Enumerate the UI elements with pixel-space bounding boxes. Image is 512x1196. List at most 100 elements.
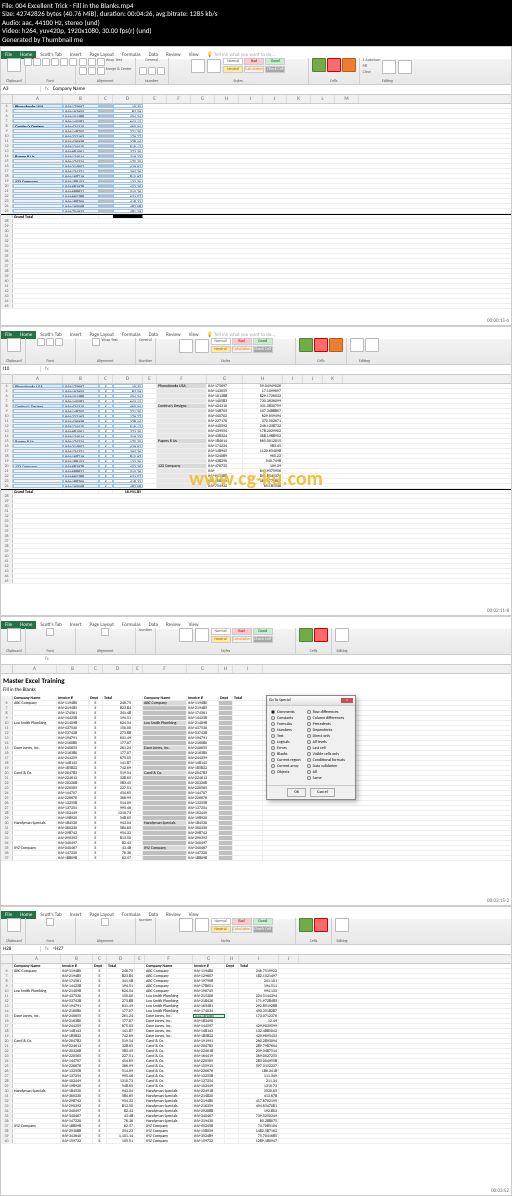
percent-icon[interactable] (148, 67, 156, 75)
style-calculation[interactable]: Calculation (244, 66, 264, 73)
radio-all-levels[interactable]: All levels (307, 740, 345, 745)
sort-icon[interactable] (350, 338, 364, 352)
find-icon[interactable] (365, 338, 379, 352)
paste-icon[interactable] (7, 58, 21, 72)
style-check[interactable]: Check Cell (253, 636, 273, 643)
conditional-format-icon[interactable] (179, 339, 193, 353)
format-table-icon[interactable] (207, 59, 221, 73)
radio-errors[interactable]: Errors (271, 746, 301, 751)
bold-icon[interactable] (24, 58, 32, 66)
radio-data-validation[interactable]: Data validation (307, 764, 345, 769)
insert-icon[interactable] (299, 628, 313, 642)
name-box[interactable]: A3 (1, 86, 41, 92)
style-normal[interactable]: Normal (211, 918, 231, 925)
italic-icon[interactable] (46, 338, 54, 346)
find-icon[interactable] (335, 628, 349, 642)
style-good[interactable]: Good (253, 338, 273, 345)
radio-column-differences[interactable]: Column differences (307, 716, 345, 721)
autosum-button[interactable]: Σ AutoSum (363, 58, 381, 63)
style-bad[interactable]: Bad (232, 338, 252, 345)
sort-filter-icon[interactable] (382, 60, 396, 74)
underline-icon[interactable] (42, 58, 50, 66)
style-neutral[interactable]: Neutral (223, 66, 243, 73)
cond-fmt-icon[interactable] (179, 628, 193, 642)
align-right-icon[interactable] (97, 67, 105, 75)
style-calc[interactable]: Calculation (232, 636, 252, 643)
formula-input[interactable]: Company Name (53, 86, 85, 92)
radio-comments[interactable]: Comments (271, 710, 301, 715)
fx-icon[interactable]: fx (41, 86, 53, 92)
spreadsheet-area[interactable]: A B C D E F G H I J K L M 4Phonobooks US… (1, 95, 511, 309)
border-icon[interactable] (51, 58, 59, 66)
radio-constants[interactable]: Constants (271, 716, 301, 721)
insert-icon[interactable] (299, 918, 313, 932)
align-top-icon[interactable] (79, 58, 87, 66)
align-icon[interactable] (101, 628, 109, 636)
wrap-text[interactable]: Wrap Text (101, 338, 117, 346)
fmt-table-icon[interactable] (195, 918, 209, 932)
radio-last-cell[interactable]: Last cell (307, 746, 345, 751)
wrap-text[interactable]: Wrap Text (106, 58, 122, 66)
format-cells-icon[interactable] (342, 58, 356, 72)
table-row[interactable]: 40INV-159722E105.51XYZ CompanyINV-159722… (1, 1139, 511, 1144)
paste-icon[interactable] (7, 628, 21, 642)
radio-same[interactable]: Same (307, 776, 345, 781)
name-box[interactable]: I10 (1, 366, 41, 372)
align-icon[interactable] (92, 338, 100, 346)
align-mid-icon[interactable] (88, 58, 96, 66)
radio-dependents[interactable]: Dependents (307, 728, 345, 733)
merge-center[interactable]: Merge & Center (106, 67, 132, 75)
style-calculation[interactable]: Calculation (232, 346, 252, 353)
style-normal[interactable]: Normal (211, 628, 231, 635)
paste-icon[interactable] (7, 918, 21, 932)
delete-cells-icon[interactable] (327, 58, 341, 72)
style-good[interactable]: Good (253, 918, 273, 925)
name-box[interactable]: H28 (1, 946, 41, 952)
close-icon[interactable]: × (341, 698, 353, 703)
cancel-button[interactable]: Cancel (310, 788, 335, 797)
fmt-table-icon[interactable] (195, 628, 209, 642)
radio-objects[interactable]: Objects (271, 770, 301, 775)
format-icon[interactable] (329, 338, 343, 352)
number-format[interactable]: General (139, 338, 152, 343)
table-row[interactable]: 37INV-188098E62.57INV-188098 (1, 856, 511, 861)
paste-icon[interactable] (7, 338, 21, 352)
font-icon[interactable] (46, 918, 54, 926)
style-bad[interactable]: Bad (232, 628, 252, 635)
formula-input[interactable]: =H27 (53, 946, 64, 952)
fill-color-icon[interactable] (60, 58, 68, 66)
radio-visible-cells-only[interactable]: Visible cells only (307, 752, 345, 757)
style-check[interactable]: Check Cell (253, 346, 273, 353)
delete-icon[interactable] (314, 918, 328, 932)
radio-precedents[interactable]: Precedents (307, 722, 345, 727)
ok-button[interactable]: OK (287, 788, 306, 797)
delete-icon[interactable] (314, 338, 328, 352)
find-select-icon[interactable] (398, 60, 412, 74)
style-normal[interactable]: Normal (223, 58, 243, 65)
style-check[interactable]: Check Cell (265, 66, 285, 73)
delete-icon[interactable] (314, 628, 328, 642)
italic-icon[interactable] (33, 58, 41, 66)
spreadsheet-area-3[interactable]: ABCDEFGHI Master Excel Training Fill in … (1, 665, 511, 905)
font-icon[interactable] (46, 628, 54, 636)
style-good[interactable]: Good (265, 58, 285, 65)
currency-icon[interactable] (139, 67, 147, 75)
style-neutral[interactable]: Neutral (211, 926, 231, 933)
align-center-icon[interactable] (88, 67, 96, 75)
conditional-format-icon[interactable] (191, 59, 205, 73)
radio-text[interactable]: Text (271, 734, 301, 739)
radio-current-array[interactable]: Current array (271, 764, 301, 769)
style-calc[interactable]: Calculation (232, 926, 252, 933)
radio-all[interactable]: All (307, 770, 345, 775)
align-bot-icon[interactable] (97, 58, 105, 66)
insert-icon[interactable] (299, 338, 313, 352)
number-format[interactable]: General (145, 58, 158, 63)
align-icon[interactable] (101, 918, 109, 926)
comma-icon[interactable] (157, 67, 165, 75)
spreadsheet-area-2[interactable]: ABCDE FGH IJK 4Phonobooks USAINV-175697E… (1, 375, 511, 584)
style-bad[interactable]: Bad (232, 918, 252, 925)
radio-blanks[interactable]: Blanks (271, 752, 301, 757)
radio-numbers[interactable]: Numbers (271, 728, 301, 733)
style-good[interactable]: Good (253, 628, 273, 635)
format-table-icon[interactable] (195, 339, 209, 353)
